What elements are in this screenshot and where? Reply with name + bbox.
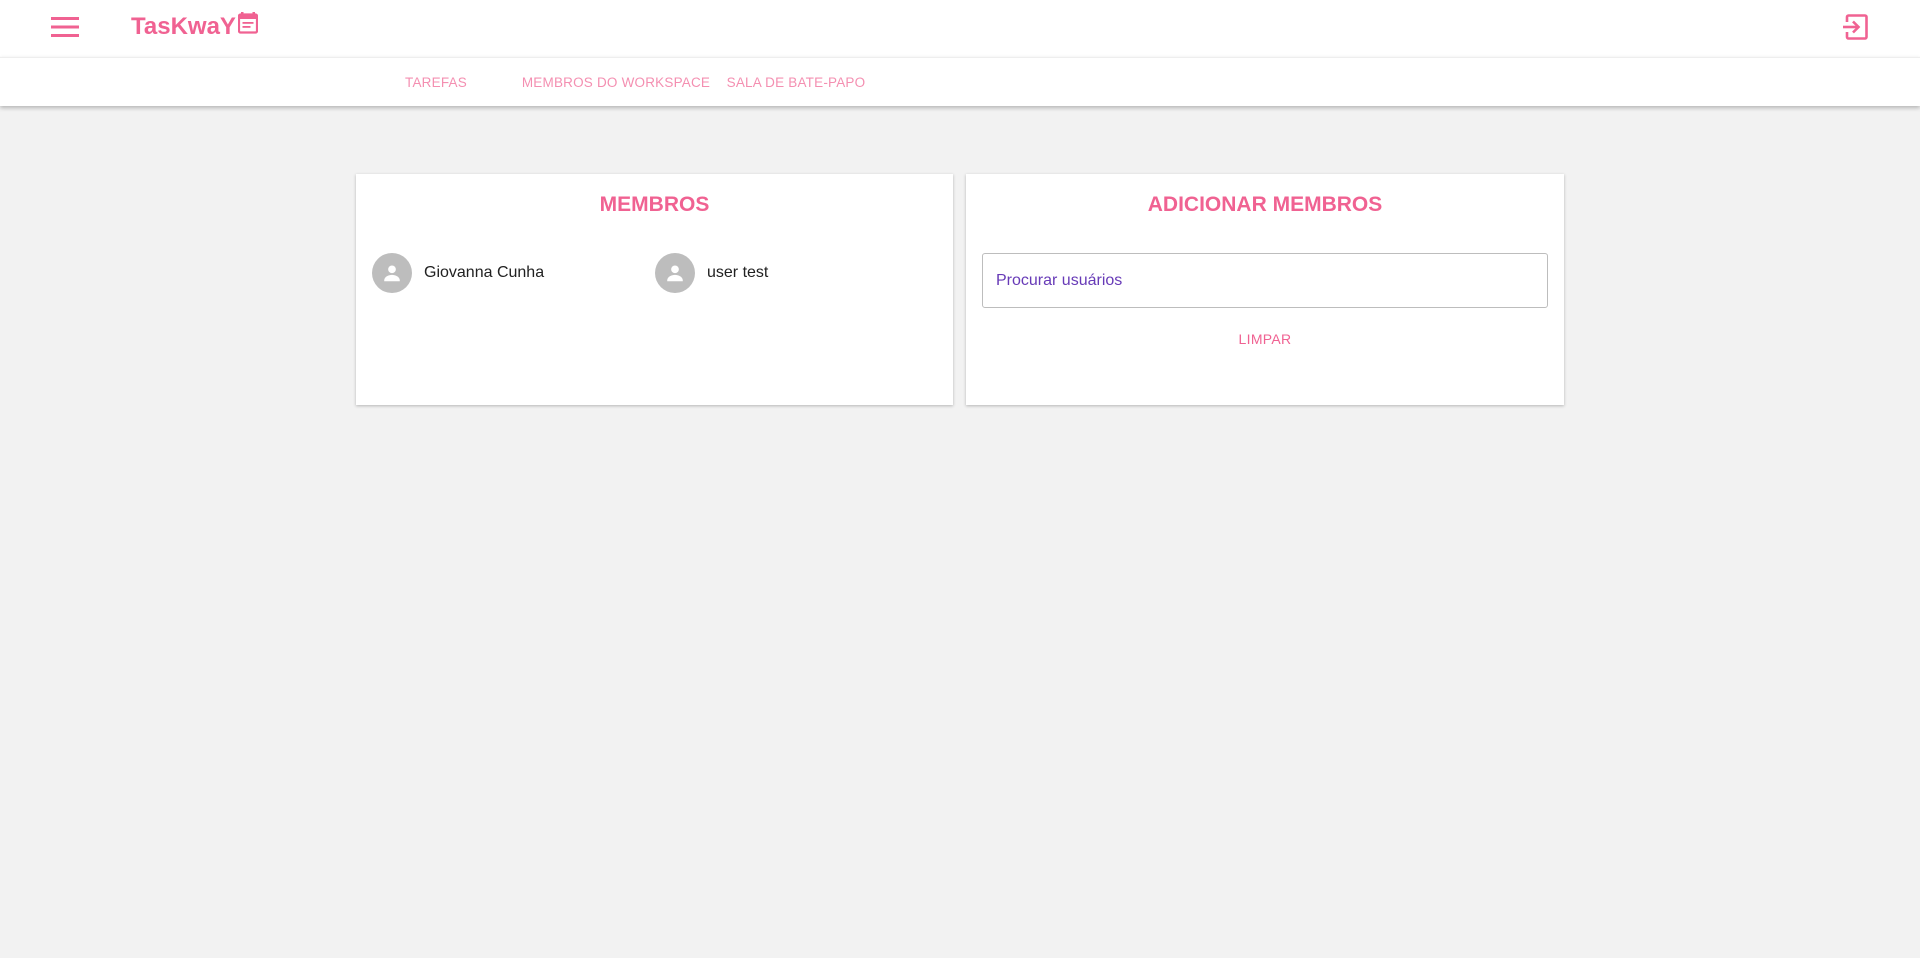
add-members-title: ADICIONAR MEMBROS [1147,193,1383,216]
menu-button[interactable] [48,14,82,40]
tab-sala-de-bate-papo[interactable]: SALA DE BATE-PAPO [722,58,870,106]
person-icon [667,265,683,282]
clear-button[interactable]: LIMPAR [1216,322,1314,356]
app-header: TasKwaY [0,0,1920,57]
member-name: user test [707,264,769,281]
members-title: MEMBROS [599,193,710,216]
tab-tarefas[interactable]: TAREFAS [380,58,492,106]
add-members-card: ADICIONAR MEMBROS LIMPAR [966,174,1564,405]
brand-logo: TasKwaY [131,12,258,42]
tab-bar: TAREFAS MEMBROS DO WORKSPACE SALA DE BAT… [0,57,1920,106]
person-icon [384,265,400,282]
member-item[interactable]: user test [655,253,768,293]
avatar [372,253,412,293]
menu-icon [51,17,79,37]
members-card: MEMBROS Giovanna Cunha user test [356,174,953,405]
logout-button[interactable] [1839,11,1871,43]
brand-name: TasKwaY [131,13,236,40]
logout-icon [1843,14,1868,40]
member-name: Giovanna Cunha [424,264,545,281]
member-item[interactable]: Giovanna Cunha [372,253,544,293]
calendar-note-icon [237,12,258,34]
search-users-input[interactable] [982,253,1548,308]
avatar [655,253,695,293]
tab-membros-do-workspace[interactable]: MEMBROS DO WORKSPACE [522,58,710,106]
